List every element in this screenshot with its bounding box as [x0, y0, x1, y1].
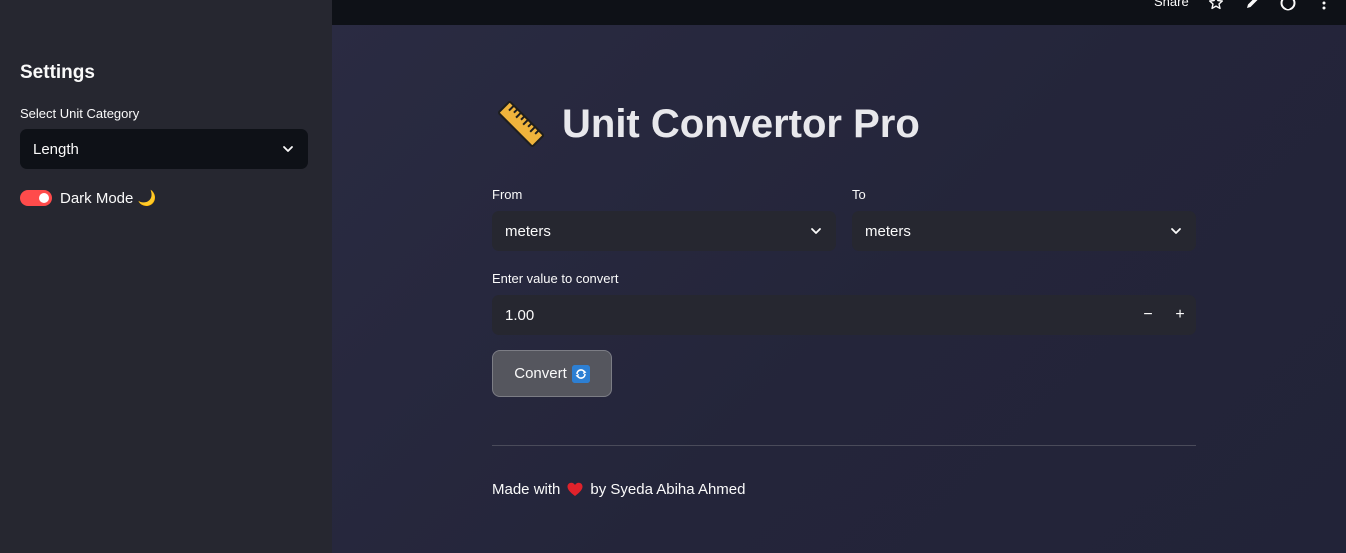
decrement-button[interactable]: − — [1132, 295, 1164, 335]
dark-mode-toggle[interactable] — [20, 190, 52, 206]
top-bar: Share — [332, 0, 1346, 25]
page-title: Unit Convertor Pro — [562, 101, 920, 146]
sidebar: Settings Select Unit Category Length Dar… — [0, 0, 332, 553]
star-icon[interactable] — [1207, 0, 1225, 12]
main-area — [332, 0, 1346, 553]
chevron-down-icon — [281, 142, 295, 156]
footer-prefix: Made with — [492, 481, 561, 498]
convert-button[interactable]: Convert — [492, 350, 612, 397]
from-select-value: meters — [505, 222, 551, 240]
value-label: Enter value to convert — [492, 271, 619, 286]
refresh-icon — [571, 364, 590, 383]
value-number-input: 1.00 − + — [492, 295, 1196, 335]
category-label: Select Unit Category — [20, 106, 140, 121]
chevron-down-icon — [1169, 224, 1183, 238]
more-icon[interactable] — [1315, 0, 1333, 12]
share-button[interactable]: Share — [1154, 0, 1189, 9]
app-root: Settings Select Unit Category Length Dar… — [0, 0, 1346, 553]
category-select[interactable]: Length — [20, 129, 308, 169]
from-label: From — [492, 187, 523, 202]
divider — [492, 445, 1196, 446]
to-select-value: meters — [865, 222, 911, 240]
to-label: To — [852, 187, 866, 202]
dark-mode-label: Dark Mode 🌙 — [60, 190, 157, 207]
pencil-icon[interactable] — [1243, 0, 1261, 12]
footer-author: by Syeda Abiha Ahmed — [590, 481, 746, 498]
footer: Made with by Syeda Abiha Ahmed — [492, 481, 746, 498]
heart-icon — [567, 482, 583, 497]
chevron-down-icon — [809, 224, 823, 238]
from-select[interactable]: meters — [492, 211, 836, 251]
page-title-row: Unit Convertor Pro — [496, 98, 920, 150]
to-select[interactable]: meters — [852, 211, 1196, 251]
value-input[interactable]: 1.00 — [492, 307, 1132, 324]
toggle-knob — [39, 193, 49, 203]
category-select-value: Length — [33, 140, 79, 158]
sidebar-title: Settings — [20, 62, 95, 83]
ruler-icon — [496, 99, 546, 149]
github-icon[interactable] — [1279, 0, 1297, 12]
increment-button[interactable]: + — [1164, 295, 1196, 335]
dark-mode-row: Dark Mode 🌙 — [20, 187, 156, 209]
convert-button-label: Convert — [514, 365, 567, 382]
